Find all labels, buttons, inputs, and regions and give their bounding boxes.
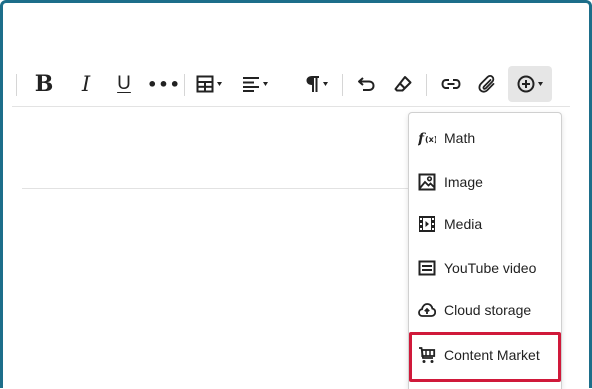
italic-label: I [81, 72, 91, 96]
circle-plus-icon [517, 75, 535, 93]
insert-menu-button[interactable] [508, 66, 552, 102]
link-icon [441, 78, 461, 90]
menu-item-label: Cloud storage [444, 302, 532, 318]
chevron-down-icon [263, 82, 268, 86]
underline-button[interactable]: U [110, 66, 138, 102]
menu-item-cloud-storage[interactable]: Cloud storage [409, 289, 561, 331]
math-formula-icon: f(x) [418, 129, 436, 147]
chevron-down-icon [538, 82, 543, 86]
paperclip-icon [478, 75, 496, 93]
eraser-icon [394, 75, 412, 93]
paragraph-icon [306, 75, 320, 93]
image-icon [418, 173, 436, 191]
menu-item-label: YouTube video [444, 260, 537, 276]
editor-toolbar: B I U ••• [12, 62, 570, 107]
paragraph-button[interactable] [298, 66, 336, 102]
undo-button[interactable] [352, 66, 380, 102]
attach-file-button[interactable] [472, 66, 502, 102]
toolbar-separator [16, 74, 17, 96]
link-button[interactable] [436, 66, 466, 102]
align-left-icon [242, 76, 260, 92]
bold-button[interactable]: B [30, 66, 58, 102]
more-formatting-button[interactable]: ••• [147, 66, 181, 102]
more-label: ••• [147, 74, 181, 94]
chevron-down-icon [323, 82, 328, 86]
chevron-down-icon [217, 82, 222, 86]
align-button[interactable] [236, 66, 274, 102]
menu-item-label: Media [444, 216, 483, 232]
clear-formatting-button[interactable] [388, 66, 418, 102]
table-icon [196, 75, 214, 93]
toolbar-separator [184, 74, 185, 96]
menu-item-youtube[interactable]: YouTube video [409, 247, 561, 289]
toolbar-separator [426, 74, 427, 96]
italic-button[interactable]: I [72, 66, 100, 102]
menu-item-image[interactable]: Image [409, 161, 561, 203]
undo-icon [357, 76, 375, 92]
youtube-icon [418, 259, 436, 277]
editor-content-divider [22, 188, 408, 189]
toolbar-separator [342, 74, 343, 96]
menu-item-label: Image [444, 174, 483, 190]
svg-text:(x): (x) [425, 135, 436, 144]
table-button[interactable] [190, 66, 228, 102]
film-icon [418, 215, 436, 233]
underline-label: U [117, 73, 131, 94]
content-market-highlight [409, 332, 561, 382]
bold-label: B [34, 71, 54, 97]
cloud-upload-icon [418, 301, 436, 319]
menu-item-label: Math [444, 130, 476, 146]
menu-item-math[interactable]: f(x) Math [409, 117, 561, 159]
menu-item-media[interactable]: Media [409, 203, 561, 245]
